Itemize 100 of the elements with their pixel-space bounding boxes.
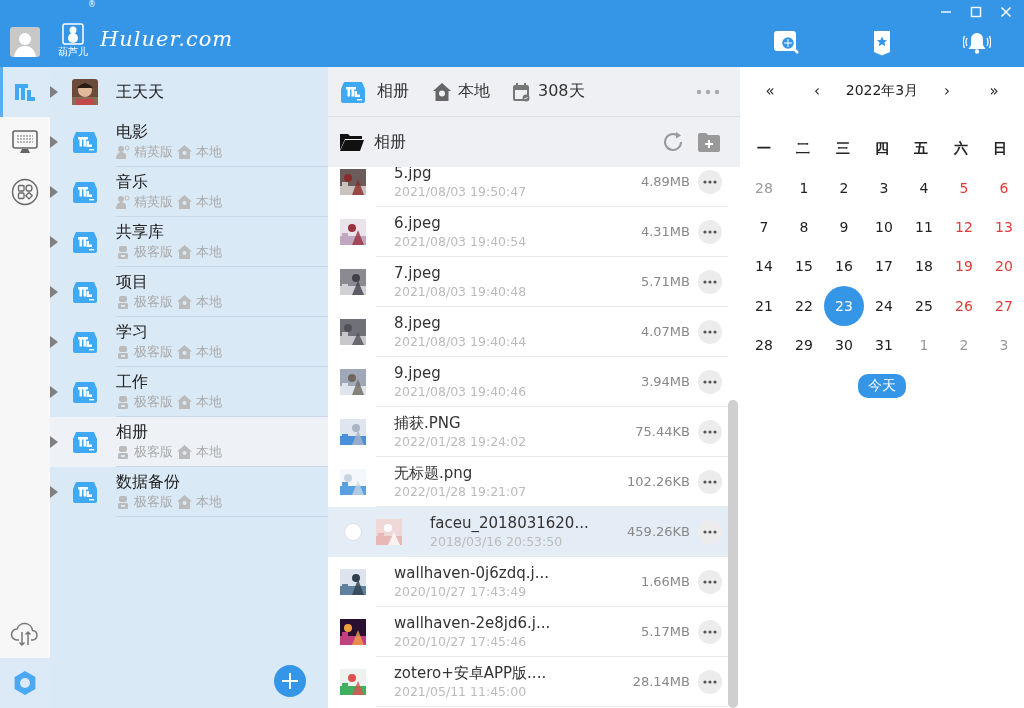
- more-button[interactable]: [698, 619, 722, 644]
- calendar-day[interactable]: 27: [984, 285, 1024, 326]
- calendar-day[interactable]: 15: [784, 246, 824, 287]
- location-label: 本地: [196, 144, 222, 160]
- more-button[interactable]: [698, 319, 722, 344]
- more-button[interactable]: [698, 669, 722, 694]
- expand-arrow-icon[interactable]: [50, 186, 58, 198]
- radio-button[interactable]: [344, 523, 362, 541]
- calendar-day[interactable]: 10: [864, 206, 904, 247]
- monitor-icon[interactable]: [11, 129, 39, 155]
- more-icon: [703, 179, 717, 184]
- expand-arrow-icon[interactable]: [50, 336, 58, 348]
- apps-icon[interactable]: [11, 178, 39, 206]
- file-row[interactable]: wallhaven-0j6zdq.j... 2020/10/27 17:43:49 1.66MB: [328, 557, 728, 607]
- calendar-day[interactable]: 14: [744, 246, 784, 287]
- logo-text: Huluer.com: [100, 27, 234, 51]
- file-name: zotero+安卓APP版....: [394, 663, 547, 683]
- calendar-day[interactable]: 13: [984, 206, 1024, 247]
- calendar-day[interactable]: 4: [904, 167, 944, 208]
- more-button[interactable]: [698, 269, 722, 294]
- tree-item[interactable]: 共享库 极客版 本地: [50, 217, 328, 267]
- calendar-day[interactable]: 26: [944, 285, 984, 326]
- next-year-button[interactable]: »: [985, 82, 1003, 100]
- library-icon: [72, 379, 98, 405]
- previous-month-button[interactable]: ‹: [810, 82, 824, 100]
- calendar-day[interactable]: 24: [864, 285, 904, 326]
- refresh-icon[interactable]: [662, 131, 684, 153]
- calendar-day[interactable]: 17: [864, 246, 904, 287]
- calendar-day[interactable]: 18: [904, 246, 944, 287]
- calendar-day[interactable]: 6: [984, 167, 1024, 208]
- calendar-day[interactable]: 1: [784, 167, 824, 208]
- expand-arrow-icon[interactable]: [50, 286, 58, 298]
- tree-item[interactable]: 学习 极客版 本地: [50, 317, 328, 367]
- expand-arrow-icon[interactable]: [50, 236, 58, 248]
- file-row[interactable]: 捕获.PNG 2022/01/28 19:24:02 75.44KB: [328, 407, 728, 457]
- tree-item[interactable]: 王天天: [50, 67, 328, 117]
- more-button[interactable]: [698, 219, 722, 244]
- file-row[interactable]: 9.jpeg 2021/08/03 19:40:46 3.94MB: [328, 357, 728, 407]
- more-button[interactable]: [698, 519, 722, 544]
- calendar-day[interactable]: 29: [784, 324, 824, 365]
- more-button[interactable]: [698, 469, 722, 494]
- calendar-day[interactable]: 12: [944, 206, 984, 247]
- folder-name: 相册: [374, 131, 406, 153]
- scrollbar-thumb[interactable]: [728, 400, 738, 708]
- calendar-day[interactable]: 9: [824, 206, 864, 247]
- new-folder-icon[interactable]: [698, 132, 720, 152]
- file-row[interactable]: 7.jpeg 2021/08/03 19:40:48 5.71MB: [328, 257, 728, 307]
- location-label: 本地: [196, 294, 222, 310]
- tree-item[interactable]: 数据备份 极客版 本地: [50, 467, 328, 517]
- more-button[interactable]: [698, 369, 722, 394]
- expand-arrow-icon[interactable]: [50, 86, 58, 98]
- calendar-day[interactable]: 21: [744, 285, 784, 326]
- tree-item[interactable]: 相册 极客版 本地: [50, 417, 328, 467]
- edition-label: 极客版: [134, 244, 173, 260]
- more-button[interactable]: [698, 419, 722, 444]
- expand-arrow-icon[interactable]: [50, 386, 58, 398]
- location-label: 本地: [196, 394, 222, 410]
- days-count: 308天: [538, 81, 585, 102]
- calendar-day[interactable]: 20: [984, 246, 1024, 287]
- calendar-day[interactable]: 31: [864, 324, 904, 365]
- file-row[interactable]: faceu_2018031620... 2018/03/16 20:53:50 459.26KB: [328, 507, 728, 557]
- avatar-icon[interactable]: [10, 27, 40, 57]
- calendar-day[interactable]: 11: [904, 206, 944, 247]
- more-button[interactable]: [698, 569, 722, 594]
- bookmark-icon[interactable]: [873, 29, 891, 56]
- tree-item[interactable]: 电影 精英版 本地: [50, 117, 328, 167]
- file-row[interactable]: 6.jpeg 2021/08/03 19:40:54 4.31MB: [328, 207, 728, 257]
- more-icon: [703, 279, 717, 284]
- more-button[interactable]: [698, 169, 722, 194]
- file-name: wallhaven-0j6zdq.j...: [394, 563, 549, 583]
- file-row[interactable]: wallhaven-2e8jd6.j... 2020/10/27 17:45:46 5.17MB: [328, 607, 728, 657]
- add-button[interactable]: [274, 665, 306, 697]
- calendar-day[interactable]: 2: [824, 167, 864, 208]
- expand-arrow-icon[interactable]: [50, 136, 58, 148]
- previous-year-button[interactable]: «: [761, 82, 779, 100]
- calendar-day[interactable]: 16: [824, 246, 864, 287]
- expand-arrow-icon[interactable]: [50, 486, 58, 498]
- calendar-day[interactable]: 19: [944, 246, 984, 287]
- calendar-day[interactable]: 28: [744, 324, 784, 365]
- more-icon: [703, 679, 717, 684]
- file-row[interactable]: 8.jpeg 2021/08/03 19:40:44 4.07MB: [328, 307, 728, 357]
- more-button[interactable]: [696, 88, 720, 95]
- calendar-day[interactable]: 3: [864, 167, 904, 208]
- tree-item[interactable]: 音乐 精英版 本地: [50, 167, 328, 217]
- calendar-day[interactable]: 5: [944, 167, 984, 208]
- calendar-day[interactable]: 22: [784, 285, 824, 326]
- file-name: 8.jpeg: [394, 313, 442, 333]
- tree-item[interactable]: 项目 极客版 本地: [50, 267, 328, 317]
- next-month-button[interactable]: ›: [940, 82, 954, 100]
- robot-icon: [116, 295, 130, 309]
- calendar-day[interactable]: 7: [744, 206, 784, 247]
- calendar-day[interactable]: 30: [824, 324, 864, 365]
- calendar-day[interactable]: 8: [784, 206, 824, 247]
- edition-label: 极客版: [134, 494, 173, 510]
- calendar-day[interactable]: 25: [904, 285, 944, 326]
- file-row[interactable]: 5.jpg 2021/08/03 19:50:47 4.89MB: [328, 167, 728, 207]
- file-size: 3.94MB: [640, 374, 690, 389]
- library-icon: [72, 479, 98, 505]
- file-row[interactable]: zotero+安卓APP版.... 2021/05/11 11:45:00 28.14MB: [328, 657, 728, 707]
- expand-arrow-icon[interactable]: [50, 436, 58, 448]
